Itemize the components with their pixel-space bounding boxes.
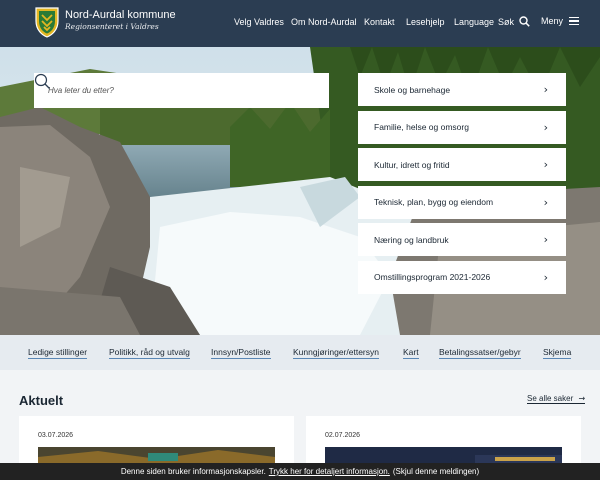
category-label: Skole og barnehage	[374, 84, 451, 95]
site-search-box	[34, 73, 329, 108]
category-label: Næring og landbruk	[374, 234, 449, 245]
hamburger-icon	[569, 17, 580, 25]
site-header: Nord-Aurdal kommune Regionsenteret i Val…	[0, 0, 600, 47]
search-input[interactable]	[48, 86, 288, 95]
quick-link-kart[interactable]: Kart	[403, 347, 419, 359]
quick-link-politikk[interactable]: Politikk, råd og utvalg	[109, 347, 190, 359]
nav-lesehjelp[interactable]: Lesehjelp	[406, 17, 445, 27]
news-date: 02.07.2026	[325, 432, 361, 439]
chevron-right-icon: ›	[543, 270, 548, 284]
chevron-right-icon: ›	[543, 195, 548, 209]
header-menu-label: Meny	[541, 16, 564, 26]
header-search-button[interactable]: Søk	[498, 16, 530, 27]
chevron-right-icon: ›	[543, 120, 548, 134]
cookie-info-link[interactable]: Trykk her for detaljert informasjon.	[269, 467, 390, 476]
arrow-right-icon: →	[578, 394, 586, 403]
nav-language[interactable]: Language	[454, 17, 494, 27]
chevron-right-icon: ›	[543, 83, 548, 96]
category-label: Familie, helse og omsorg	[374, 122, 469, 133]
see-all-label: Se alle saker	[527, 394, 574, 403]
news-section-title: Aktuelt	[19, 393, 64, 408]
category-familie-helse-og-omsorg[interactable]: Familie, helse og omsorg ›	[358, 110, 566, 144]
category-teknisk-plan-bygg-og-eiendom[interactable]: Teknisk, plan, bygg og eiendom ›	[358, 185, 566, 219]
nav-kontakt[interactable]: Kontakt	[364, 17, 395, 27]
header-menu-button[interactable]: Meny	[541, 16, 580, 26]
chevron-right-icon: ›	[543, 233, 548, 247]
search-icon[interactable]	[34, 73, 51, 90]
see-all-news-link[interactable]: Se alle saker →	[527, 394, 586, 404]
quick-link-betalingssatser[interactable]: Betalingssatser/gebyr	[439, 347, 521, 359]
search-icon	[519, 16, 530, 27]
quick-links-bar: Ledige stillinger Politikk, råd og utval…	[0, 335, 600, 370]
hero-banner: Skole og barnehage › Familie, helse og o…	[0, 47, 600, 335]
category-skole-og-barnehage[interactable]: Skole og barnehage ›	[358, 73, 566, 106]
cookie-text: Denne siden bruker informasjonskapsler.	[120, 467, 266, 476]
chevron-right-icon: ›	[543, 158, 548, 172]
category-omstillingsprogram[interactable]: Omstillingsprogram 2021-2026 ›	[358, 260, 566, 294]
header-search-label: Søk	[498, 16, 515, 27]
category-menu: Skole og barnehage › Familie, helse og o…	[358, 73, 566, 299]
cookie-dismiss[interactable]: (Skjul denne meldingen)	[393, 467, 479, 476]
category-label: Teknisk, plan, bygg og eiendom	[374, 197, 494, 208]
quick-link-kunngjoringer[interactable]: Kunngjøringer/ettersyn	[293, 347, 379, 359]
quick-link-innsyn-postliste[interactable]: Innsyn/Postliste	[211, 347, 271, 359]
category-label: Kultur, idrett og fritid	[374, 159, 450, 170]
cookie-notice: Denne siden bruker informasjonskapsler. …	[0, 463, 600, 480]
quick-link-ledige-stillinger[interactable]: Ledige stillinger	[28, 347, 88, 359]
category-label: Omstillingsprogram 2021-2026	[374, 272, 491, 283]
news-date: 03.07.2026	[38, 432, 74, 439]
nav-om-nord-aurdal[interactable]: Om Nord-Aurdal	[291, 17, 357, 27]
nav-velg-valdres[interactable]: Velg Valdres	[234, 17, 284, 27]
category-kultur-idrett-og-fritid[interactable]: Kultur, idrett og fritid ›	[358, 148, 566, 182]
quick-link-skjema[interactable]: Skjema	[543, 347, 572, 359]
category-naering-og-landbruk[interactable]: Næring og landbruk ›	[358, 223, 566, 257]
